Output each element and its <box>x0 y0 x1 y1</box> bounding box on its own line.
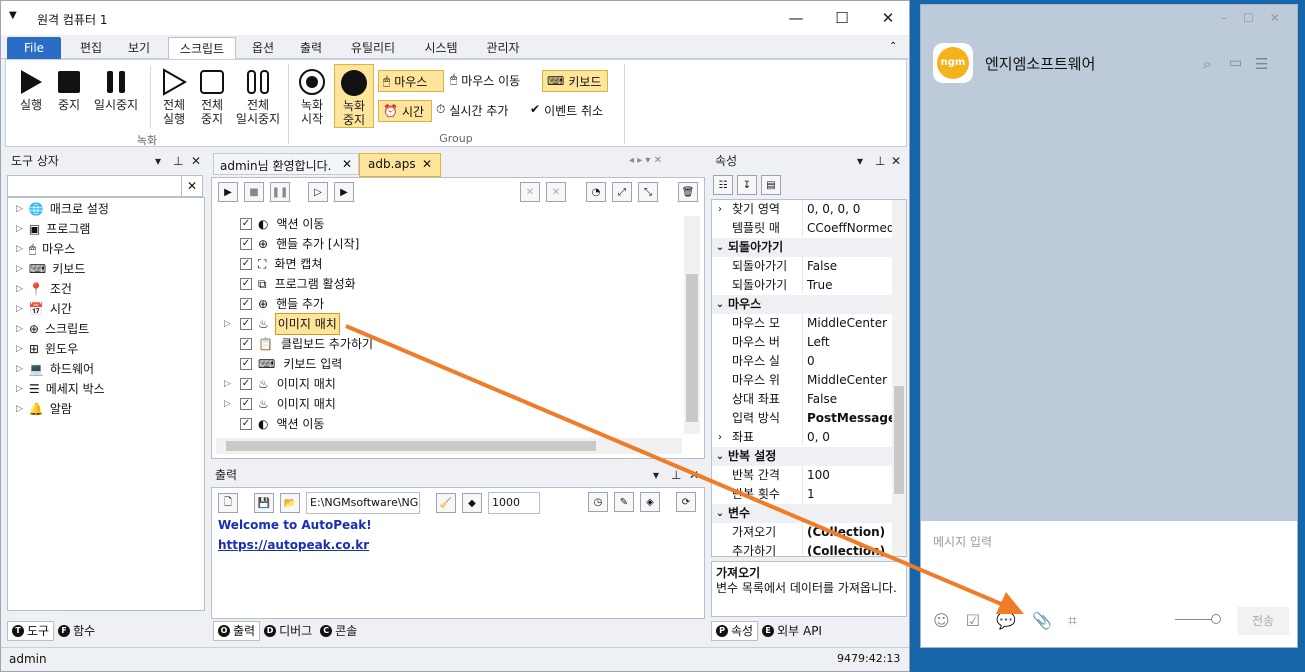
drag-arrow <box>345 324 1024 614</box>
